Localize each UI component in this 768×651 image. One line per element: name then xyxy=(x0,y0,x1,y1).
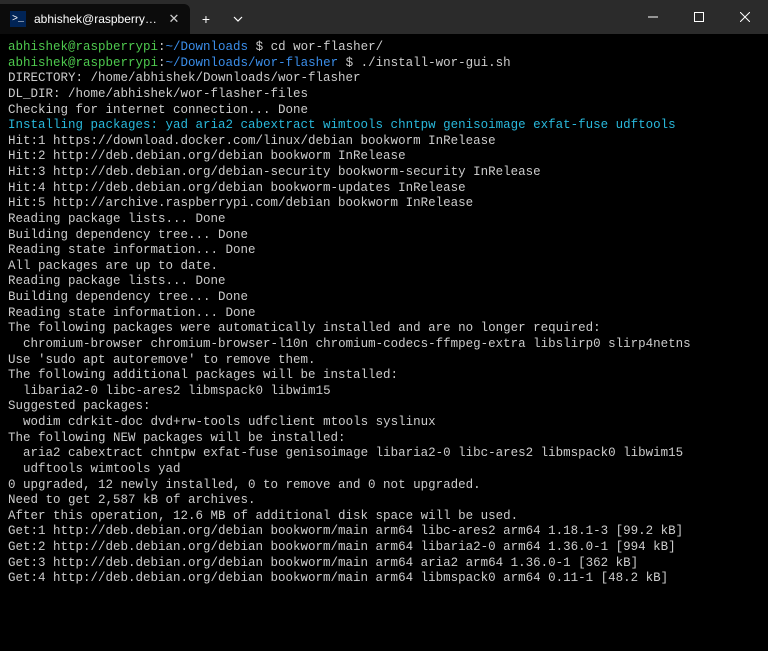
prompt-path: ~/Downloads/wor-flasher xyxy=(166,56,346,70)
output-line: The following packages were automaticall… xyxy=(8,321,760,337)
command-text: cd wor-flasher/ xyxy=(271,40,384,54)
output-line: Reading state information... Done xyxy=(8,243,760,259)
title-bar: >_ abhishek@raspberrypi: ~/Dow ✕ + xyxy=(0,0,768,34)
output-line: udftools wimtools yad xyxy=(8,462,760,478)
command-text: ./install-wor-gui.sh xyxy=(361,56,511,70)
output-line: aria2 cabextract chntpw exfat-fuse genis… xyxy=(8,446,760,462)
output-line: Hit:3 http://deb.debian.org/debian-secur… xyxy=(8,165,760,181)
close-icon xyxy=(740,12,750,22)
output-line: All packages are up to date. xyxy=(8,259,760,275)
close-window-button[interactable] xyxy=(722,0,768,34)
output-line: Suggested packages: xyxy=(8,399,760,415)
output-line: wodim cdrkit-doc dvd+rw-tools udfclient … xyxy=(8,415,760,431)
output-line: 0 upgraded, 12 newly installed, 0 to rem… xyxy=(8,478,760,494)
output-line: Hit:4 http://deb.debian.org/debian bookw… xyxy=(8,181,760,197)
terminal-output[interactable]: abhishek@raspberrypi:~/Downloads $ cd wo… xyxy=(0,34,768,651)
tab-close-button[interactable]: ✕ xyxy=(166,11,182,27)
tab-dropdown-button[interactable] xyxy=(222,4,254,34)
output-line: DL_DIR: /home/abhishek/wor-flasher-files xyxy=(8,87,760,103)
output-line: The following NEW packages will be insta… xyxy=(8,431,760,447)
output-line: Use 'sudo apt autoremove' to remove them… xyxy=(8,353,760,369)
title-bar-spacer xyxy=(254,0,630,34)
terminal-tab[interactable]: >_ abhishek@raspberrypi: ~/Dow ✕ xyxy=(0,4,190,34)
maximize-icon xyxy=(694,12,704,22)
output-line: chromium-browser chromium-browser-l10n c… xyxy=(8,337,760,353)
prompt-path: ~/Downloads xyxy=(166,40,256,54)
minimize-icon xyxy=(648,12,658,22)
prompt-user: abhishek@raspberrypi xyxy=(8,40,158,54)
output-line: Reading state information... Done xyxy=(8,306,760,322)
output-line: After this operation, 12.6 MB of additio… xyxy=(8,509,760,525)
prompt-line: abhishek@raspberrypi:~/Downloads/wor-fla… xyxy=(8,56,760,72)
prompt-user: abhishek@raspberrypi xyxy=(8,56,158,70)
prompt-colon: : xyxy=(158,56,166,70)
maximize-button[interactable] xyxy=(676,0,722,34)
output-line: Get:2 http://deb.debian.org/debian bookw… xyxy=(8,540,760,556)
output-line: DIRECTORY: /home/abhishek/Downloads/wor-… xyxy=(8,71,760,87)
output-line: Need to get 2,587 kB of archives. xyxy=(8,493,760,509)
chevron-down-icon xyxy=(233,16,243,22)
tab-title: abhishek@raspberrypi: ~/Dow xyxy=(34,12,158,26)
output-line: Get:3 http://deb.debian.org/debian bookw… xyxy=(8,556,760,572)
prompt-dollar: $ xyxy=(256,40,271,54)
output-line: Building dependency tree... Done xyxy=(8,228,760,244)
prompt-line: abhishek@raspberrypi:~/Downloads $ cd wo… xyxy=(8,40,760,56)
minimize-button[interactable] xyxy=(630,0,676,34)
output-line: Reading package lists... Done xyxy=(8,274,760,290)
output-line: Get:4 http://deb.debian.org/debian bookw… xyxy=(8,571,760,587)
output-line: Checking for internet connection... Done xyxy=(8,103,760,119)
new-tab-button[interactable]: + xyxy=(190,4,222,34)
output-line: Get:1 http://deb.debian.org/debian bookw… xyxy=(8,524,760,540)
output-line: Reading package lists... Done xyxy=(8,212,760,228)
prompt-colon: : xyxy=(158,40,166,54)
output-line: Hit:5 http://archive.raspberrypi.com/deb… xyxy=(8,196,760,212)
powershell-icon: >_ xyxy=(10,11,26,27)
output-line: Hit:1 https://download.docker.com/linux/… xyxy=(8,134,760,150)
output-line: Hit:2 http://deb.debian.org/debian bookw… xyxy=(8,149,760,165)
output-line: libaria2-0 libc-ares2 libmspack0 libwim1… xyxy=(8,384,760,400)
output-line: Installing packages: yad aria2 cabextrac… xyxy=(8,118,760,134)
output-line: The following additional packages will b… xyxy=(8,368,760,384)
prompt-dollar: $ xyxy=(346,56,361,70)
output-line: Building dependency tree... Done xyxy=(8,290,760,306)
